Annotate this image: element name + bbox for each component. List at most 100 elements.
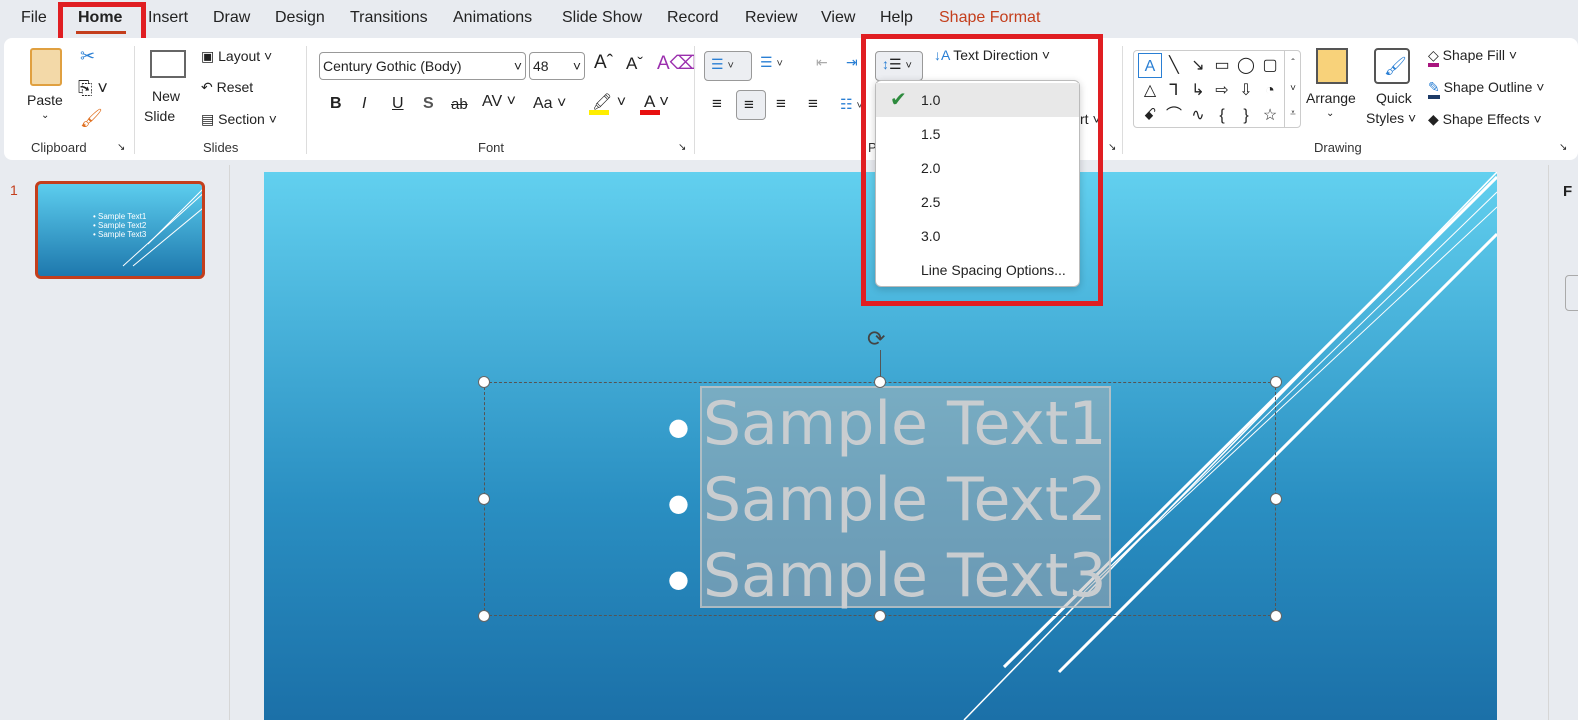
clipboard-launcher-icon[interactable]: ↘ (117, 142, 125, 153)
shape-option[interactable]: ꗃ (1138, 103, 1162, 128)
tab-view[interactable]: View (821, 9, 855, 27)
font-color-button[interactable]: A ˅ (644, 92, 669, 112)
shape-option[interactable]: ☆ (1258, 103, 1282, 128)
shape-effects-button[interactable]: ◆ Shape Effects ˅ (1428, 111, 1542, 128)
line-spacing-highlight-box (861, 34, 1103, 306)
new-slide-button[interactable]: New (152, 88, 180, 104)
quick-styles-icon[interactable]: 🖌 (1374, 48, 1410, 84)
slides-group-label: Slides (203, 140, 239, 155)
new-slide-icon[interactable] (150, 50, 186, 78)
drawing-group-label: Drawing (1314, 140, 1362, 155)
shape-option[interactable]: ∿ (1186, 103, 1210, 128)
italic-button[interactable]: I (362, 95, 366, 113)
slide-thumbnail-1[interactable]: • Sample Text1 • Sample Text2 • Sample T… (35, 181, 205, 279)
align-center-button[interactable]: ≡ (736, 90, 766, 120)
gallery-scroll[interactable]: ˆ ˅ ⩡ (1284, 51, 1301, 127)
shrink-font-button[interactable]: Aˇ (626, 54, 643, 74)
slide-text-list[interactable]: ● Sample Text1 ● Sample Text2 ● Sample Text… (668, 388, 1107, 616)
bullet-item: ● Sample Text2 (668, 464, 1107, 535)
align-left-button[interactable]: ≡ (712, 94, 722, 114)
tab-insert[interactable]: Insert (148, 9, 188, 27)
decrease-indent-button[interactable]: ⇤ (816, 54, 828, 71)
font-size-select[interactable]: 48 ˅ (529, 52, 585, 80)
shape-option[interactable]: { (1210, 103, 1234, 128)
shape-option[interactable]: ▢ (1258, 53, 1282, 78)
font-launcher-icon[interactable]: ↘ (678, 142, 686, 153)
paste-button[interactable]: Paste (27, 92, 63, 108)
grow-font-button[interactable]: Aˆ (594, 52, 613, 74)
paragraph-launcher-icon[interactable]: ↘ (1108, 142, 1116, 153)
change-case-button[interactable]: Aa ˅ (533, 95, 566, 113)
increase-indent-button[interactable]: ⇥ (846, 54, 858, 71)
character-spacing-button[interactable]: AV ˅ (482, 93, 516, 111)
shape-option[interactable]: } (1234, 103, 1258, 128)
section-button[interactable]: ▤ Section ˅ (201, 111, 277, 128)
tab-file[interactable]: File (21, 9, 47, 27)
layout-button[interactable]: ▣ Layout ˅ (201, 48, 272, 65)
shape-option[interactable]: ⇩ (1234, 78, 1258, 103)
arrange-button[interactable]: Arrange (1306, 90, 1356, 106)
highlight-color-button[interactable]: 🖍 ˅ (592, 92, 626, 112)
drawing-launcher-icon[interactable]: ↘ (1559, 142, 1567, 153)
tab-shape-format[interactable]: Shape Format (939, 9, 1040, 27)
resize-handle[interactable] (478, 493, 490, 505)
rotate-handle-icon[interactable]: ⟳ (867, 326, 885, 352)
resize-handle[interactable] (1270, 376, 1282, 388)
tab-design[interactable]: Design (275, 9, 325, 27)
format-painter-icon[interactable]: 🖌 (80, 108, 103, 129)
font-group-label: Font (478, 140, 505, 155)
resize-handle[interactable] (1270, 610, 1282, 622)
cut-icon[interactable]: ✂ (80, 46, 95, 67)
arrange-icon[interactable] (1316, 48, 1348, 84)
strikethrough-button[interactable]: ab (451, 96, 468, 113)
paste-icon[interactable] (30, 48, 62, 86)
tab-animations[interactable]: Animations (453, 9, 532, 27)
quick-styles-button[interactable]: Quick (1376, 90, 1412, 106)
shape-option[interactable]: ⌒ (1162, 103, 1186, 128)
shape-option[interactable]: ◔ (1258, 78, 1282, 103)
new-slide-button-line2[interactable]: Slide (144, 108, 175, 124)
tab-record[interactable]: Record (667, 9, 719, 27)
tab-help[interactable]: Help (880, 9, 913, 27)
align-right-button[interactable]: ≡ (776, 94, 786, 114)
bold-button[interactable]: B (330, 95, 342, 113)
shape-option[interactable]: ↘ (1186, 53, 1210, 78)
right-pane: F (1548, 165, 1578, 720)
resize-handle[interactable] (1270, 493, 1282, 505)
shape-option[interactable]: ↳ (1186, 78, 1210, 103)
shape-fill-button[interactable]: ◇ Shape Fill ˅ (1428, 47, 1517, 67)
resize-handle[interactable] (874, 610, 886, 622)
layout-label: Layout (218, 48, 261, 64)
tab-transitions[interactable]: Transitions (350, 9, 428, 27)
shape-outline-button[interactable]: ✎ Shape Outline ˅ (1428, 79, 1544, 99)
tab-review[interactable]: Review (745, 9, 797, 27)
shape-option[interactable]: △ (1138, 78, 1162, 103)
font-name-select[interactable]: Century Gothic (Body) ˅ (319, 52, 526, 80)
resize-handle[interactable] (478, 610, 490, 622)
shadow-button[interactable]: S (423, 95, 434, 113)
clear-formatting-icon[interactable]: A⌫ (657, 52, 697, 75)
resize-handle[interactable] (874, 376, 886, 388)
resize-handle[interactable] (478, 376, 490, 388)
shape-option[interactable]: ╲ (1162, 53, 1186, 78)
tab-slide-show[interactable]: Slide Show (562, 9, 642, 27)
columns-button[interactable]: ☷ ˅ (840, 96, 863, 113)
reset-button[interactable]: ↶ Reset (201, 79, 253, 96)
shape-option[interactable]: ▭ (1210, 53, 1234, 78)
numbering-button[interactable]: ☰ ˅ (760, 54, 783, 71)
right-pane-control[interactable] (1565, 275, 1578, 311)
quick-styles-button-line2[interactable]: Styles ˅ (1366, 110, 1416, 126)
thumb-decor-lines (122, 189, 202, 267)
shape-option[interactable]: A (1138, 53, 1162, 78)
tab-draw[interactable]: Draw (213, 9, 250, 27)
shape-option[interactable]: ⇨ (1210, 78, 1234, 103)
slide-thumbnail-pane: 1 • Sample Text1 • Sample Text2 • Sample… (0, 165, 230, 720)
underline-button[interactable]: U (392, 95, 404, 113)
copy-icon[interactable]: ⎘ ˅ (78, 78, 108, 99)
bullets-button[interactable]: ☰ ˅ (704, 51, 752, 81)
shape-option[interactable]: ◯ (1234, 53, 1258, 78)
shapes-gallery[interactable]: A ╲ ↘ ▭ ◯ ▢ △ ⅂ ↳ ⇨ ⇩ ◔ ꗃ ⌒ ∿{} ☆ ˆ ˅ ⩡ (1133, 50, 1301, 128)
justify-button[interactable]: ≡ (808, 94, 818, 114)
shape-option[interactable]: ⅂ (1162, 78, 1186, 103)
home-highlight-box (58, 2, 146, 43)
